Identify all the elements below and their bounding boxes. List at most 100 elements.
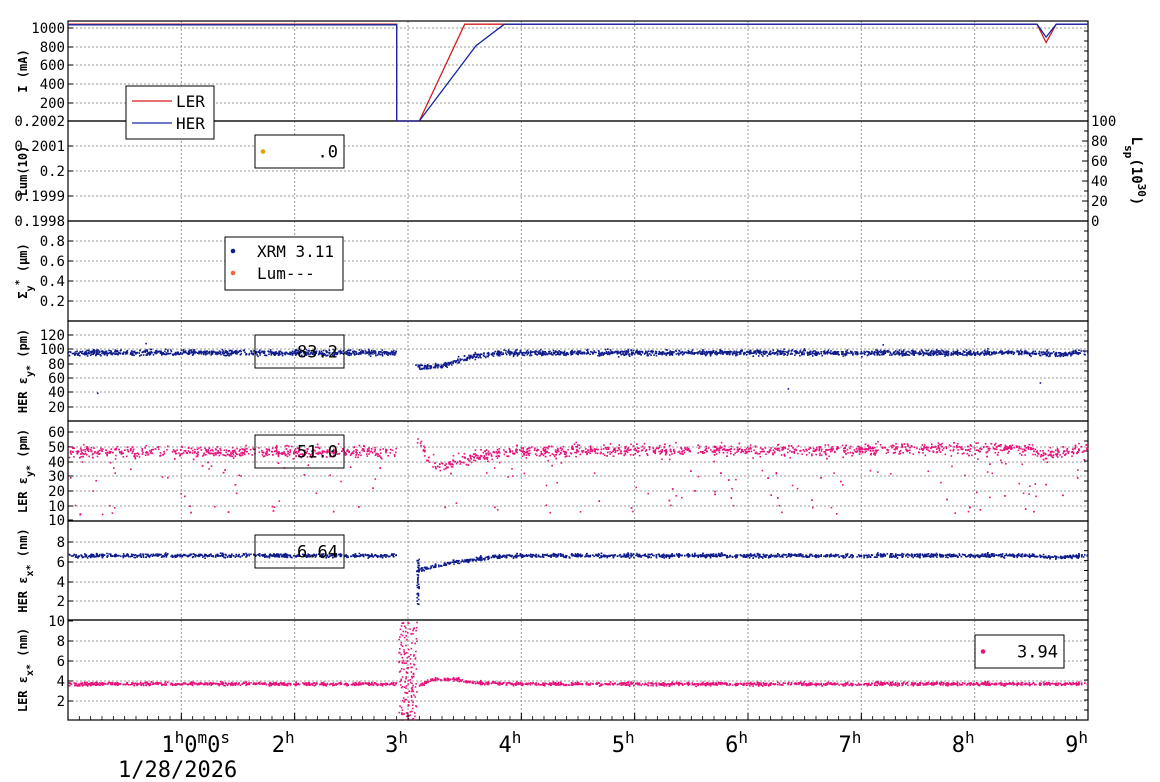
data-point	[135, 353, 137, 355]
data-point	[525, 350, 528, 353]
data-point	[244, 448, 246, 451]
data-point	[1007, 452, 1009, 454]
data-point	[117, 350, 119, 353]
data-point	[1027, 446, 1029, 448]
data-point	[113, 467, 115, 469]
data-point	[926, 448, 928, 451]
data-point	[926, 350, 928, 352]
data-point	[474, 353, 476, 356]
data-point	[114, 353, 116, 355]
data-point	[122, 452, 124, 455]
data-point	[1018, 351, 1020, 353]
data-point	[170, 349, 172, 351]
data-point	[744, 351, 746, 354]
data-point	[579, 453, 582, 456]
data-point	[146, 451, 149, 454]
y-tick-label: 0.6	[40, 254, 65, 270]
data-point	[265, 448, 268, 450]
data-point	[956, 350, 959, 353]
data-point	[867, 445, 869, 447]
data-point	[1078, 349, 1080, 351]
data-point	[571, 350, 573, 352]
data-point	[437, 366, 439, 369]
data-point	[177, 352, 179, 354]
data-point	[516, 355, 519, 357]
data-point	[1029, 352, 1032, 355]
data-point	[803, 348, 806, 350]
data-point	[393, 349, 395, 352]
data-point	[234, 451, 237, 453]
data-point	[776, 354, 779, 356]
data-point	[593, 448, 596, 450]
data-point	[753, 351, 755, 353]
data-point	[395, 451, 397, 454]
data-point	[270, 354, 273, 356]
data-point	[713, 460, 715, 463]
data-point	[977, 449, 980, 452]
data-point	[496, 351, 499, 353]
data-point	[1038, 350, 1041, 353]
data-point	[596, 452, 599, 455]
data-point	[552, 349, 555, 352]
data-point	[965, 449, 967, 451]
y-tick-label: 10	[48, 499, 65, 515]
data-point	[101, 513, 104, 516]
data-point	[988, 449, 990, 451]
data-point	[545, 504, 548, 506]
data-point	[555, 454, 557, 456]
data-point	[231, 350, 233, 352]
data-point	[968, 454, 970, 457]
data-point	[877, 441, 879, 443]
data-point	[630, 443, 632, 446]
data-point	[728, 350, 730, 353]
data-point	[190, 447, 193, 450]
data-point	[801, 352, 803, 355]
data-point	[376, 455, 379, 457]
data-point	[764, 353, 766, 355]
data-point	[266, 450, 268, 453]
data-point	[765, 453, 767, 455]
data-point	[227, 450, 230, 452]
data-point	[342, 448, 344, 450]
data-point	[776, 448, 779, 450]
data-point	[263, 350, 265, 353]
data-point	[655, 447, 658, 450]
data-point	[74, 351, 77, 353]
data-point	[525, 457, 528, 459]
y-tick-label: 40	[48, 455, 65, 471]
data-point	[460, 461, 463, 464]
data-point	[969, 448, 972, 450]
data-point	[921, 448, 923, 451]
data-point	[106, 451, 109, 454]
data-point	[941, 349, 943, 352]
data-point	[1020, 352, 1022, 355]
data-point	[731, 487, 733, 490]
data-point	[162, 353, 164, 355]
data-point	[473, 459, 475, 461]
data-point	[377, 453, 380, 456]
data-point	[455, 502, 458, 504]
data-point	[632, 510, 634, 513]
data-point	[483, 353, 485, 355]
data-point	[1024, 508, 1027, 510]
data-point	[730, 450, 732, 453]
data-point	[721, 449, 724, 451]
data-point	[620, 450, 622, 452]
data-point	[286, 444, 288, 447]
data-point	[127, 450, 130, 453]
data-point	[224, 469, 226, 471]
data-point	[861, 448, 864, 450]
data-point	[556, 481, 559, 484]
data-point	[783, 348, 785, 350]
data-point	[378, 455, 381, 457]
y-tick-label: 50	[48, 440, 65, 456]
y-axis-label: HER εy* (pm)	[16, 329, 36, 413]
data-point	[1042, 452, 1045, 454]
data-point	[1004, 446, 1007, 448]
data-point	[348, 351, 351, 354]
data-point	[684, 448, 687, 450]
data-point	[859, 447, 861, 449]
data-point	[483, 456, 486, 458]
data-point	[842, 484, 844, 486]
data-point	[869, 447, 872, 450]
